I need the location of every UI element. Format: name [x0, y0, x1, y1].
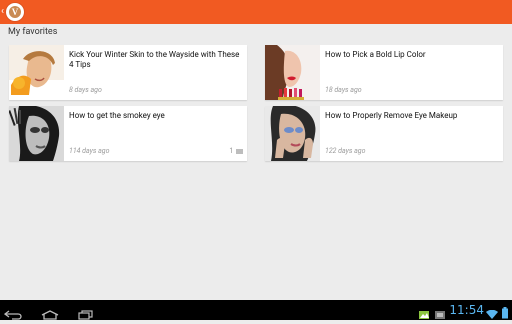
comment-count-value: 1: [229, 147, 234, 155]
article-card-winter-skin[interactable]: Kick Your Winter Skin to the Wayside wit…: [9, 45, 247, 100]
comment-count: 1: [229, 147, 243, 155]
battery-icon: [502, 304, 508, 323]
article-time: 18 days ago: [325, 86, 362, 94]
image-icon: [434, 305, 446, 324]
article-thumbnail: [9, 106, 64, 161]
article-time: 114 days ago: [69, 147, 110, 155]
article-thumbnail: [265, 106, 320, 161]
section-title: My favorites: [8, 27, 58, 37]
article-title[interactable]: How to Pick a Bold Lip Color: [325, 50, 497, 60]
article-title[interactable]: How to get the smokey eye: [69, 111, 241, 121]
back-chevron-icon[interactable]: ‹: [1, 5, 4, 19]
gallery-icon: [418, 305, 430, 324]
app-logo-icon[interactable]: V: [6, 3, 24, 21]
article-thumbnail: [9, 45, 64, 100]
notification-icons: [418, 305, 446, 324]
article-time: 122 days ago: [325, 147, 366, 155]
recents-icon[interactable]: [76, 305, 96, 324]
app-bar: ‹ V: [0, 0, 512, 24]
app-logo-letter: V: [9, 6, 21, 18]
comment-icon: [236, 148, 243, 154]
system-bar: 11:54: [0, 300, 512, 320]
back-icon[interactable]: [3, 305, 24, 324]
article-card-remove-makeup[interactable]: How to Properly Remove Eye Makeup 122 da…: [265, 106, 503, 161]
article-time: 8 days ago: [69, 86, 102, 94]
home-icon[interactable]: [40, 305, 60, 324]
article-card-smokey-eye[interactable]: How to get the smokey eye 114 days ago 1: [9, 106, 247, 161]
status-clock: 11:54: [449, 303, 484, 317]
article-card-bold-lip[interactable]: How to Pick a Bold Lip Color 18 days ago: [265, 45, 503, 100]
wifi-icon: [486, 305, 498, 324]
article-title[interactable]: Kick Your Winter Skin to the Wayside wit…: [69, 50, 241, 70]
article-title[interactable]: How to Properly Remove Eye Makeup: [325, 111, 497, 121]
article-thumbnail: [265, 45, 320, 100]
